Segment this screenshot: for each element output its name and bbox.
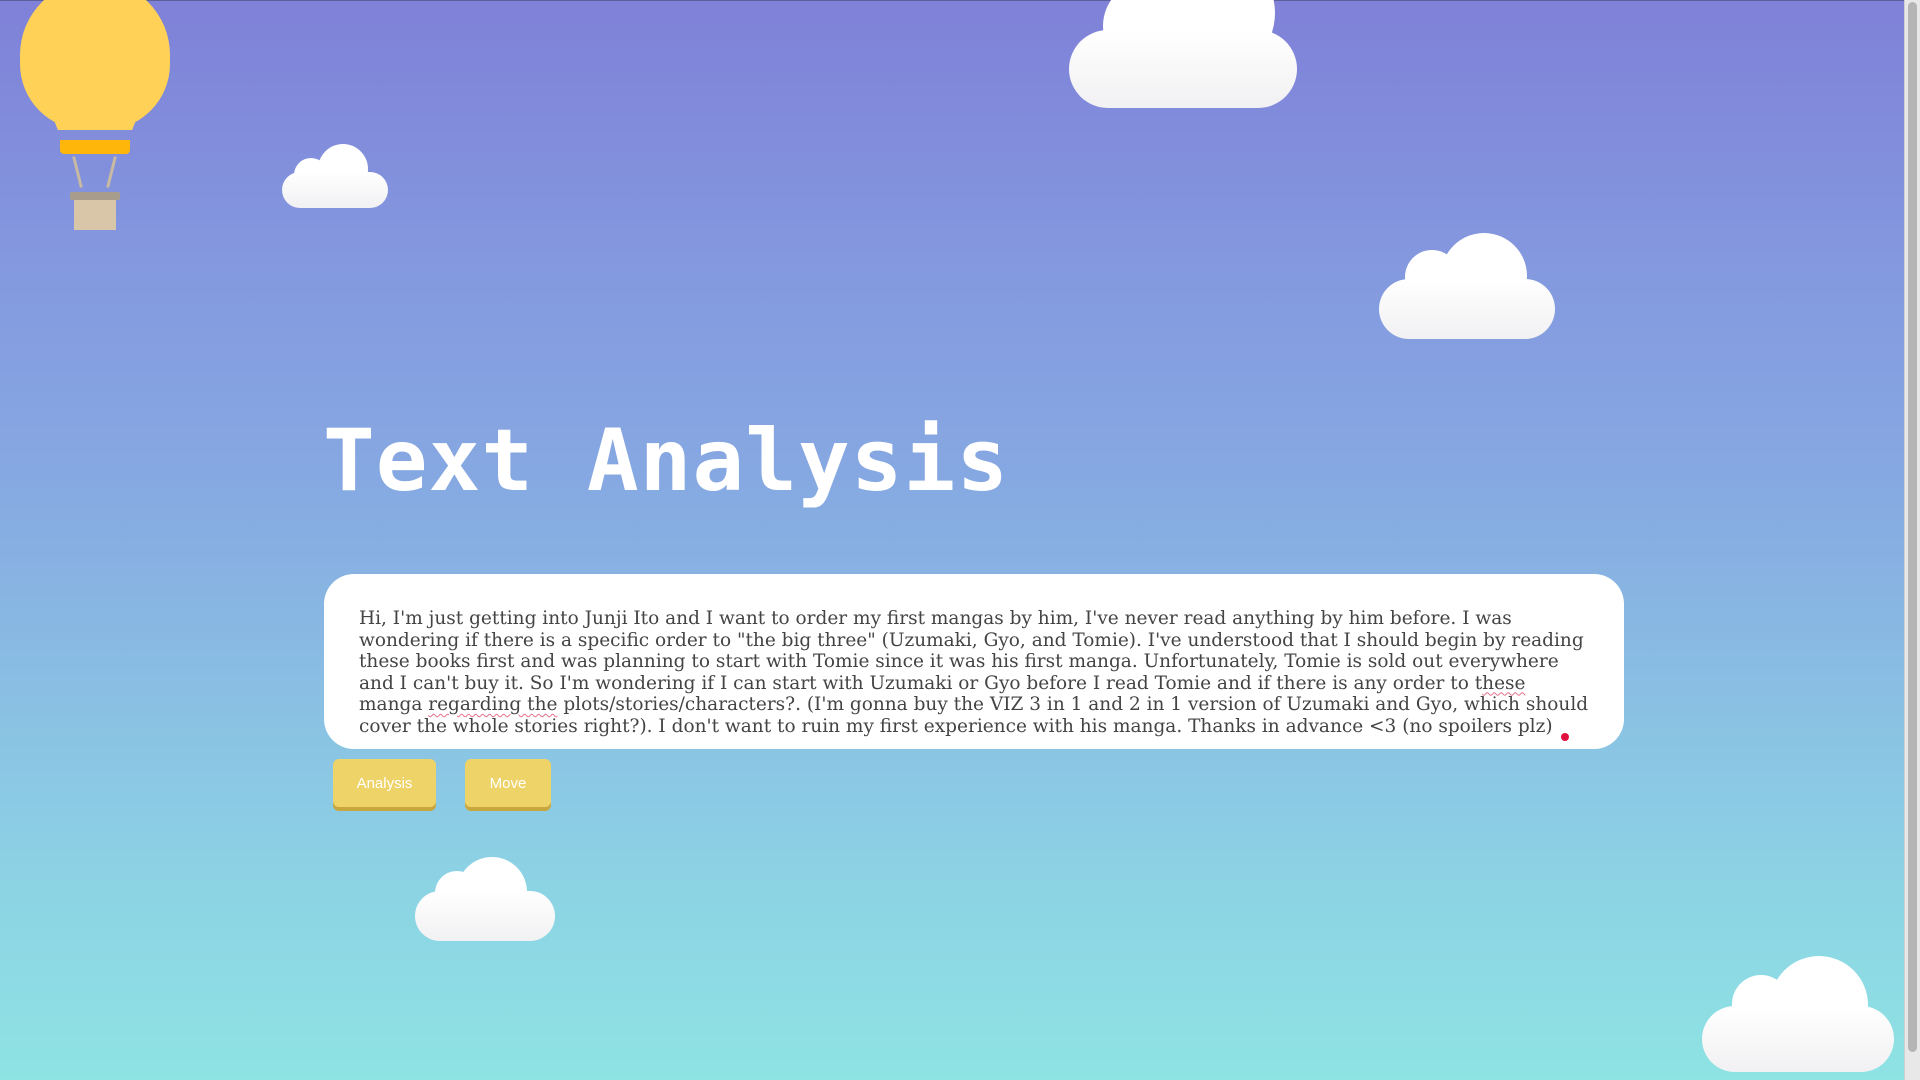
top-border bbox=[0, 0, 1904, 1]
spellcheck-underline: regarding the bbox=[428, 694, 558, 715]
balloon-band bbox=[60, 140, 130, 154]
cloud-icon bbox=[1379, 230, 1555, 339]
text-input-value[interactable]: Hi, I'm just getting into Junji Ito and … bbox=[359, 608, 1590, 737]
analysis-button[interactable]: Analysis bbox=[333, 759, 436, 807]
status-dot-icon bbox=[1561, 733, 1569, 741]
cloud-icon bbox=[1702, 955, 1894, 1072]
hot-air-balloon-icon bbox=[20, 0, 170, 240]
vertical-scrollbar[interactable] bbox=[1904, 0, 1920, 1080]
scrollbar-thumb[interactable] bbox=[1908, 2, 1917, 1052]
spellcheck-underline: hese bbox=[1482, 672, 1526, 694]
page-title: Text Analysis bbox=[323, 411, 1010, 511]
page-viewport: Text Analysis Hi, I'm just getting into … bbox=[0, 0, 1904, 1080]
cloud-icon bbox=[282, 138, 388, 208]
balloon-rope-left bbox=[72, 156, 83, 188]
balloon-basket bbox=[74, 200, 116, 230]
balloon-neck bbox=[42, 90, 148, 130]
move-button[interactable]: Move bbox=[465, 759, 551, 807]
resize-handle-icon[interactable] bbox=[1611, 737, 1620, 746]
text-input[interactable]: Hi, I'm just getting into Junji Ito and … bbox=[324, 574, 1624, 749]
balloon-rope-right bbox=[106, 156, 117, 188]
cloud-icon bbox=[415, 855, 555, 941]
balloon-basket-rim bbox=[70, 192, 120, 200]
cloud-icon bbox=[1069, 0, 1297, 108]
